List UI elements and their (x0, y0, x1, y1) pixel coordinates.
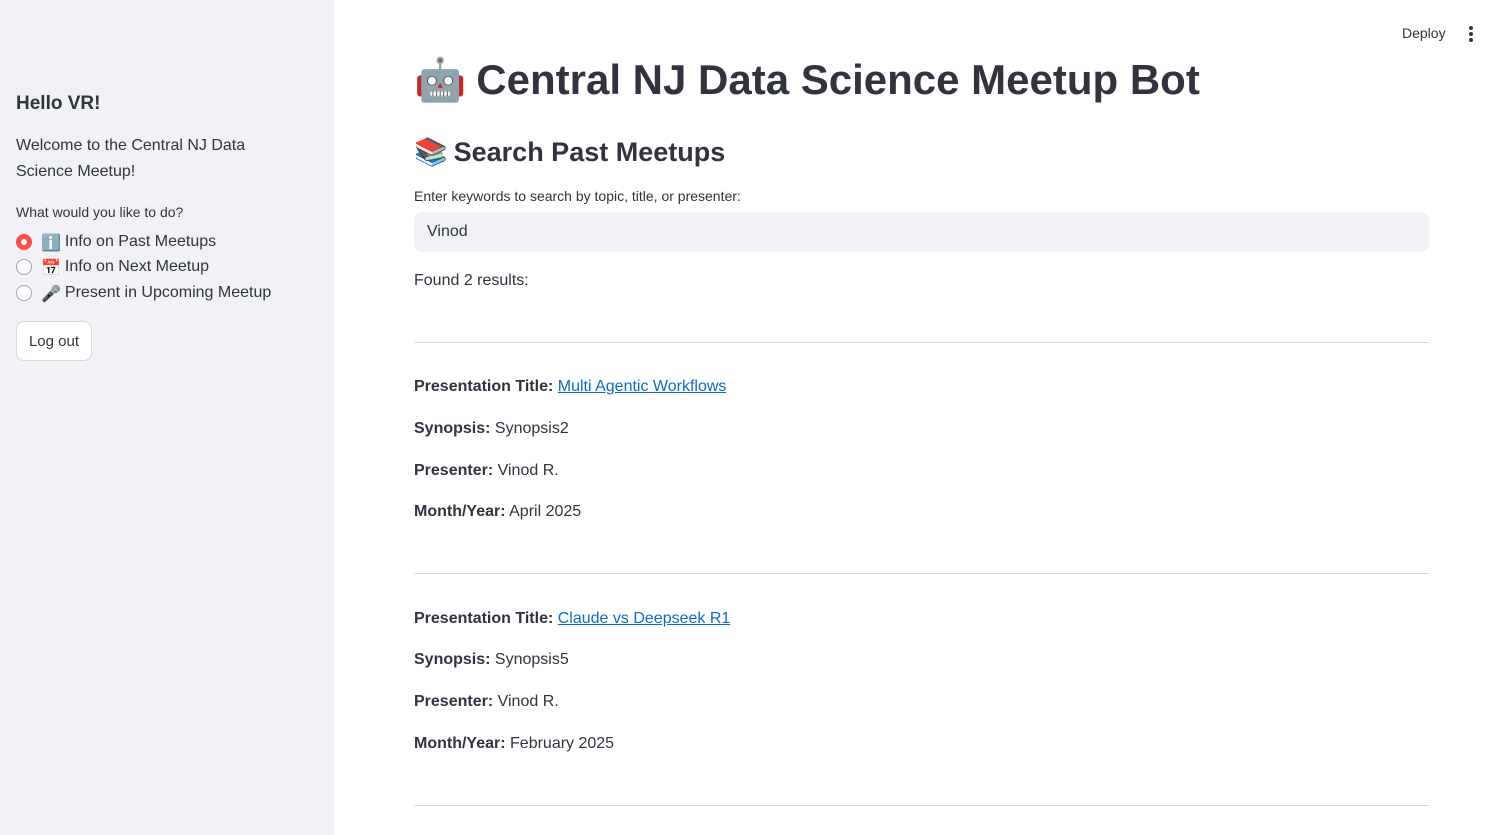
field-label: Synopsis: (414, 420, 491, 437)
section-heading-row: 📚 Search Past Meetups (414, 136, 725, 168)
result-synopsis-row: Synopsis: Synopsis2 (414, 420, 569, 438)
radio-option-label: Info on Next Meetup (64, 258, 210, 275)
divider (414, 342, 1429, 343)
field-label: Presentation Title: (414, 610, 554, 627)
presenter-value: Vinod R. (497, 693, 559, 710)
sidebar-welcome-text: Welcome to the Central NJ Data Science M… (16, 137, 246, 180)
search-input[interactable] (414, 212, 1429, 252)
result-synopsis-row: Synopsis: Synopsis5 (414, 651, 569, 669)
radio-option-label: Present in Upcoming Meetup (64, 284, 272, 301)
kebab-menu-icon[interactable] (1468, 26, 1474, 42)
sidebar: Hello VR! Welcome to the Central NJ Data… (0, 0, 334, 835)
deploy-button[interactable]: Deploy (1402, 25, 1446, 41)
presentation-title-link[interactable]: Claude vs Deepseek R1 (558, 610, 731, 627)
radio-option-next-meetup[interactable]: 📅 Info on Next Meetup (16, 256, 209, 278)
page-title-row: 🤖 Central NJ Data Science Meetup Bot (414, 55, 1200, 105)
divider (414, 805, 1429, 806)
radio-button[interactable] (16, 259, 32, 275)
presentation-title-link[interactable]: Multi Agentic Workflows (558, 378, 727, 395)
result-month-year-row: Month/Year: April 2025 (414, 503, 581, 521)
radio-option-past-meetups[interactable]: ℹ️ Info on Past Meetups (16, 231, 216, 253)
result-presenter-row: Presenter: Vinod R. (414, 693, 559, 711)
field-label: Synopsis: (414, 651, 491, 668)
results-count: Found 2 results: (414, 272, 529, 289)
microphone-icon: 🎤 (41, 283, 61, 303)
robot-icon: 🤖 (414, 55, 467, 104)
section-heading: Search Past Meetups (453, 137, 726, 167)
logout-button[interactable]: Log out (16, 321, 92, 361)
result-title-row: Presentation Title: Multi Agentic Workfl… (414, 378, 726, 396)
field-label: Presentation Title: (414, 378, 554, 395)
page-title: Central NJ Data Science Meetup Bot (476, 56, 1200, 103)
books-icon: 📚 (414, 137, 448, 168)
month-year-value: February 2025 (510, 735, 615, 752)
sidebar-greeting: Hello VR! (16, 93, 101, 114)
calendar-icon: 📅 (41, 257, 61, 277)
field-label: Presenter: (414, 462, 494, 479)
radio-button[interactable] (16, 285, 32, 301)
field-label: Month/Year: (414, 735, 506, 752)
month-year-value: April 2025 (509, 503, 582, 520)
synopsis-value: Synopsis5 (494, 651, 569, 668)
result-title-row: Presentation Title: Claude vs Deepseek R… (414, 610, 730, 628)
info-icon: ℹ️ (41, 232, 61, 252)
synopsis-value: Synopsis2 (494, 420, 569, 437)
result-presenter-row: Presenter: Vinod R. (414, 462, 559, 480)
radio-button-selected[interactable] (16, 234, 32, 250)
radio-group-label: What would you like to do? (16, 204, 184, 220)
radio-option-label: Info on Past Meetups (64, 233, 217, 250)
result-month-year-row: Month/Year: February 2025 (414, 735, 614, 753)
presenter-value: Vinod R. (497, 462, 559, 479)
divider (414, 573, 1429, 574)
search-label: Enter keywords to search by topic, title… (414, 188, 741, 204)
radio-option-present[interactable]: 🎤 Present in Upcoming Meetup (16, 282, 271, 304)
field-label: Month/Year: (414, 503, 506, 520)
field-label: Presenter: (414, 693, 494, 710)
